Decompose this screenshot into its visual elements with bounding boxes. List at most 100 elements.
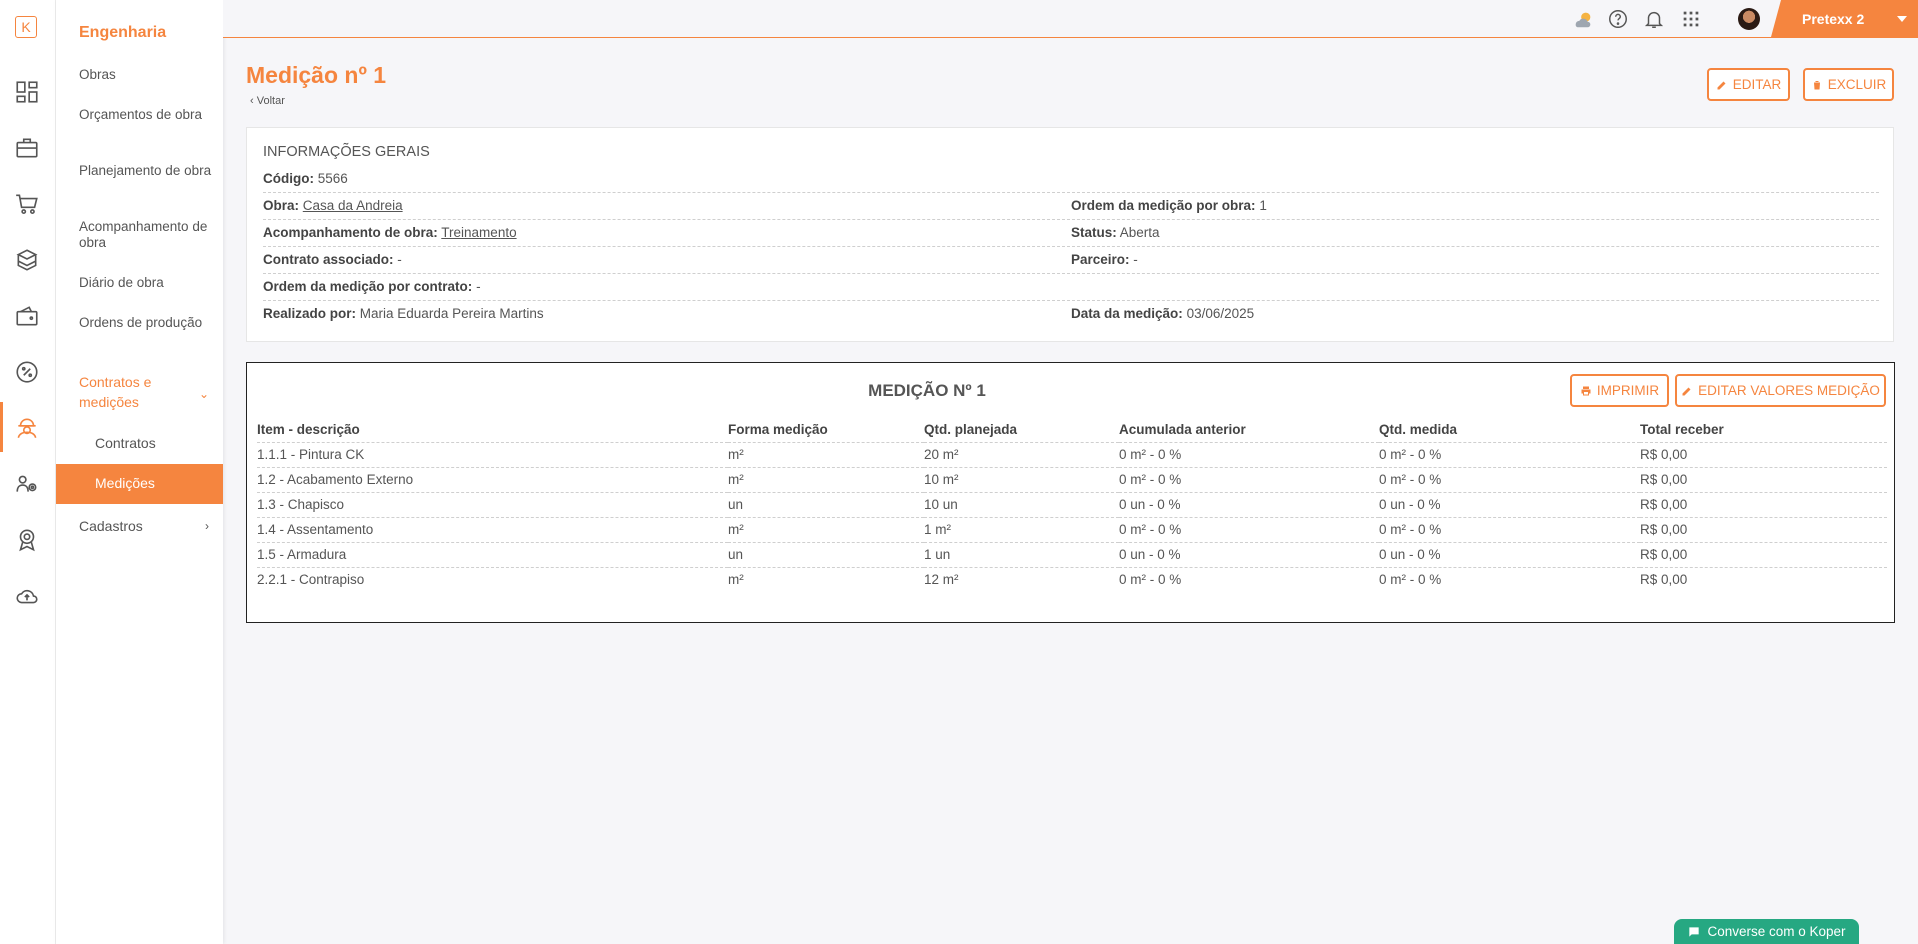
table-cell: 0 m² - 0 % (1379, 467, 1640, 493)
sidebar-item-ordens[interactable]: Ordens de produção (79, 315, 214, 331)
table-cell: 10 m² (924, 467, 1119, 493)
table-cell: 1.3 - Chapisco (257, 492, 728, 518)
column-header: Forma medição (728, 418, 924, 443)
table-cell: 12 m² (924, 572, 959, 588)
user-name: Pretexx 2 (1802, 11, 1865, 27)
parceiro-label: Parceiro: (1071, 252, 1130, 267)
table-cell: 0 m² - 0 % (1119, 467, 1379, 493)
general-info-heading: INFORMAÇÕES GERAIS (263, 144, 430, 160)
info-row-codigo: Código: 5566 (263, 166, 1879, 193)
acomp-link[interactable]: Treinamento (441, 225, 516, 240)
dashboard-icon[interactable] (12, 77, 42, 107)
sidebar-item-cadastros[interactable]: Cadastros (79, 518, 214, 534)
chat-button[interactable]: Converse com o Koper (1674, 919, 1859, 944)
table-cell: R$ 0,00 (1640, 572, 1688, 588)
award-icon[interactable] (12, 525, 42, 555)
sidebar-subitem-contratos[interactable]: Contratos (95, 435, 156, 451)
realizado-value: Maria Eduarda Pereira Martins (359, 306, 544, 321)
table-cell: 0 m² - 0 % (1119, 572, 1182, 588)
sidebar-subitem-label: Medições (95, 475, 155, 491)
sidebar-item-orcamentos[interactable]: Orçamentos de obra (79, 107, 214, 123)
user-menu[interactable]: Pretexx 2 (1771, 0, 1918, 37)
table-cell: 0 m² - 0 % (1119, 442, 1379, 468)
info-row-obra: Obra: Casa da Andreia Ordem da medição p… (263, 193, 1879, 220)
table-row: 1.4 - Assentamento m² 1 m² 0 m² - 0 % 0 … (257, 517, 1887, 543)
sidebar-item-acompanhamento[interactable]: Acompanhamento de obra (79, 219, 214, 251)
chevron-down-icon[interactable]: ⌄ (199, 387, 209, 401)
ordem-contrato-label: Ordem da medição por contrato: (263, 279, 473, 294)
weather-icon[interactable] (1571, 7, 1595, 31)
pencil-icon (1717, 81, 1726, 89)
table-cell: 1.2 - Acabamento Externo (257, 467, 728, 493)
apps-grid-icon[interactable] (1679, 7, 1703, 31)
ordem-contrato-value: - (476, 279, 481, 294)
wallet-icon[interactable] (12, 301, 42, 331)
info-row-contrato: Contrato associado: - Parceiro: - (263, 247, 1879, 274)
table-cell: 20 m² (924, 442, 1119, 468)
obra-link[interactable]: Casa da Andreia (303, 198, 403, 213)
measurement-title: MEDIÇÃO Nº 1 (868, 381, 986, 400)
table-cell: un (728, 542, 924, 568)
table-cell: 2.2.1 - Contrapiso (257, 572, 365, 588)
column-header: Acumulada anterior (1119, 418, 1379, 443)
table-cell: R$ 0,00 (1640, 542, 1887, 568)
delete-button[interactable]: EXCLUIR (1803, 68, 1894, 101)
table-cell: R$ 0,00 (1640, 467, 1887, 493)
table-row: 1.3 - Chapisco un 10 un 0 un - 0 % 0 un … (257, 492, 1887, 518)
sidebar-item-diario[interactable]: Diário de obra (79, 275, 214, 291)
edit-values-button-label: EDITAR VALORES MEDIÇÃO (1698, 383, 1880, 398)
column-header: Total receber (1640, 418, 1887, 443)
sidebar-item-obras[interactable]: Obras (79, 67, 214, 83)
cart-icon[interactable] (12, 189, 42, 219)
engineering-icon[interactable] (12, 413, 42, 443)
page-title: Medição nº 1 (246, 62, 387, 88)
contrato-label: Contrato associado: (263, 252, 394, 267)
avatar[interactable] (1738, 8, 1760, 30)
print-button-label: IMPRIMIR (1596, 383, 1660, 398)
table-cell: R$ 0,00 (1640, 442, 1887, 468)
sidebar: Engenharia Obras Orçamentos de obra Plan… (56, 0, 223, 944)
column-header: Qtd. medida (1379, 418, 1640, 443)
ordem-obra-label: Ordem da medição por obra: (1071, 198, 1256, 213)
caret-down-icon (1897, 16, 1907, 22)
general-info-card: INFORMAÇÕES GERAIS Código: 5566 Obra: Ca… (246, 127, 1894, 342)
sidebar-item-contratos-medicoes[interactable]: Contratos e medições (79, 372, 189, 412)
column-header: Qtd. planejada (924, 418, 1119, 443)
boxes-icon[interactable] (12, 245, 42, 275)
column-header: Item - descrição (257, 418, 728, 443)
people-settings-icon[interactable] (12, 469, 42, 499)
table-cell: R$ 0,00 (1640, 492, 1887, 518)
edit-button[interactable]: EDITAR (1707, 68, 1790, 101)
trash-icon (1813, 80, 1820, 89)
table-cell: 0 m² - 0 % (1379, 517, 1640, 543)
contrato-value: - (397, 252, 402, 267)
sidebar-subitem-medicoes[interactable]: Medições (56, 464, 223, 504)
sidebar-item-planejamento[interactable]: Planejamento de obra (79, 163, 214, 179)
print-button[interactable]: IMPRIMIR (1570, 374, 1669, 407)
percent-icon[interactable] (12, 357, 42, 387)
table-cell: 0 un - 0 % (1119, 542, 1379, 568)
pencil-icon (1682, 387, 1691, 395)
delete-button-label: EXCLUIR (1827, 77, 1887, 92)
briefcase-icon[interactable] (12, 133, 42, 163)
table-cell: 1 un (924, 542, 1119, 568)
rail-active-indicator (0, 402, 3, 452)
table-cell: m² (728, 517, 924, 543)
chevron-right-icon[interactable]: › (205, 519, 209, 533)
parceiro-value: - (1133, 252, 1138, 267)
back-link[interactable]: ‹ Voltar (250, 95, 285, 107)
chat-bubble-icon (1689, 926, 1700, 937)
sidebar-title: Engenharia (79, 24, 167, 41)
table-cell: un (728, 492, 924, 518)
chat-label: Converse com o Koper (1707, 924, 1846, 939)
top-bar: Pretexx 2 (223, 0, 1918, 38)
cloud-upload-icon[interactable] (12, 581, 42, 611)
printer-icon (1581, 386, 1591, 395)
help-icon[interactable] (1606, 7, 1630, 31)
bell-icon[interactable] (1642, 7, 1666, 31)
codigo-label: Código: (263, 171, 314, 186)
edit-values-button[interactable]: EDITAR VALORES MEDIÇÃO (1675, 374, 1886, 407)
data-value: 03/06/2025 (1186, 306, 1255, 321)
acomp-label: Acompanhamento de obra: (263, 225, 438, 240)
app-logo[interactable]: K (15, 16, 37, 38)
